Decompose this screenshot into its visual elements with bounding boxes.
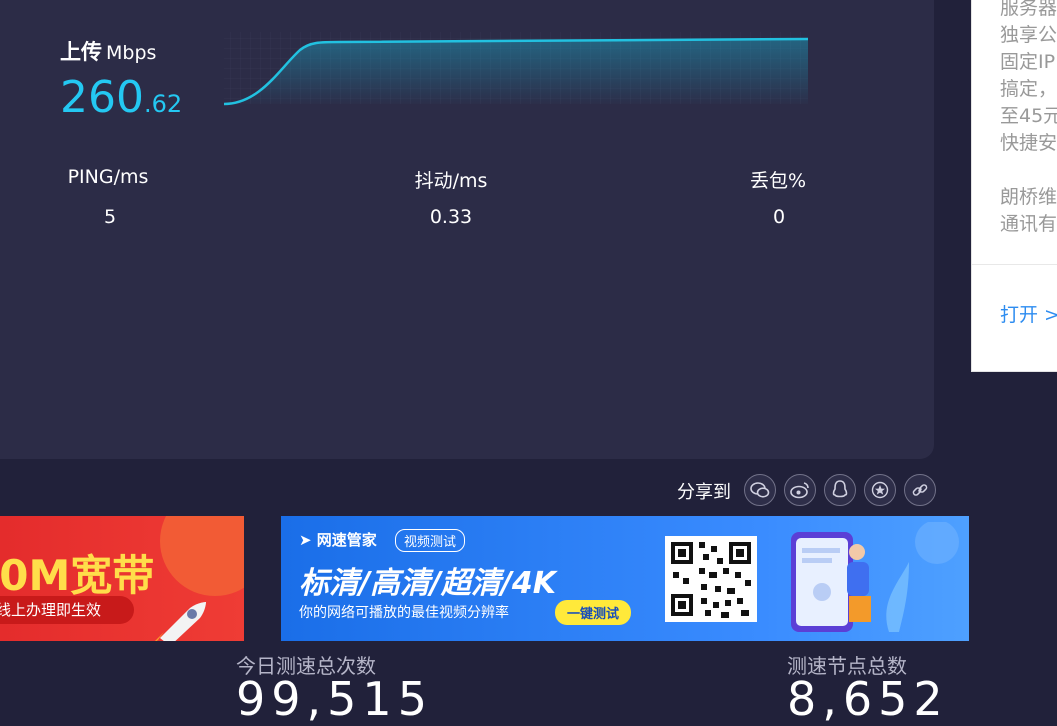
qr-code-icon xyxy=(665,536,757,622)
upload-unit: Mbps xyxy=(106,42,157,64)
brand-logo-icon: ➤ xyxy=(299,531,317,549)
upload-speed-graph xyxy=(223,32,809,106)
ping-label: PING/ms xyxy=(67,166,149,188)
upload-speed-integer: 260 xyxy=(60,72,144,123)
ping-value: 5 xyxy=(103,206,117,228)
rocket-icon xyxy=(155,602,206,641)
popup-line: 固定IP xyxy=(1000,51,1056,73)
ad-subline-pill: 线上办理即生效 xyxy=(0,596,134,624)
share-label: 分享到 xyxy=(677,482,731,503)
one-click-test-button[interactable]: 一键测试 xyxy=(555,600,632,625)
ad-headline: 00M宽带 xyxy=(0,551,155,600)
upload-label: 上传 xyxy=(60,40,102,64)
packet-loss-value: 0 xyxy=(772,206,786,228)
popup-line: 独享公 xyxy=(1000,24,1057,46)
weibo-icon[interactable] xyxy=(784,474,816,506)
ad-brand: ➤ 网速管家 xyxy=(299,529,377,550)
popup-divider xyxy=(972,264,1057,265)
result-panel: 上传 Mbps 260.62 PING/ms 5 抖动/ms 0.33 丢包% 0 xyxy=(0,0,934,459)
ad-headline: 标清/高清/超清/4K xyxy=(299,566,556,601)
ad-brand-name: 网速管家 xyxy=(316,531,377,549)
ad-subline: 线上办理即生效 xyxy=(0,601,102,619)
wechat-icon[interactable] xyxy=(744,474,776,506)
favorite-icon[interactable] xyxy=(864,474,896,506)
popup-line: 朗桥维 xyxy=(1000,186,1057,208)
ad-decoration xyxy=(160,516,244,596)
popup-line: 至45元 xyxy=(1000,105,1057,127)
today-tests-value: 99,515 xyxy=(236,672,433,726)
broadband-ad-banner[interactable]: 00M宽带 线上办理即生效 xyxy=(0,516,244,641)
popup-text: 服务器 独享公 固定IP 搞定， 至45元 快捷安 朗桥维 通讯有 xyxy=(972,0,1057,238)
upload-speed-decimal: .62 xyxy=(143,90,183,118)
video-test-ad-banner[interactable]: ➤ 网速管家 视频测试 标清/高清/超清/4K 你的网络可播放的最佳视频分辨率 … xyxy=(281,516,969,641)
phone-person-illustration xyxy=(791,522,959,632)
qq-icon[interactable] xyxy=(824,474,856,506)
popup-open-link[interactable]: 打开 > xyxy=(1000,302,1057,329)
popup-spacer xyxy=(1000,157,1057,184)
popup-line: 服务器 xyxy=(1000,0,1057,19)
notification-popup: 服务器 独享公 固定IP 搞定， 至45元 快捷安 朗桥维 通讯有 打开 > xyxy=(971,0,1057,372)
jitter-label: 抖动/ms xyxy=(414,170,488,192)
ad-tag: 视频测试 xyxy=(395,529,466,552)
ad-subline: 你的网络可播放的最佳视频分辨率 xyxy=(299,605,509,621)
popup-line: 快捷安 xyxy=(1000,132,1057,154)
popup-line: 搞定， xyxy=(1000,78,1057,100)
link-icon[interactable] xyxy=(904,474,936,506)
popup-line: 通讯有 xyxy=(1000,213,1057,235)
upload-title: 上传 Mbps xyxy=(60,36,156,66)
node-count-value: 8,652 xyxy=(787,672,949,726)
jitter-value: 0.33 xyxy=(429,206,473,228)
packet-loss-label: 丢包% xyxy=(749,170,807,192)
upload-speed-value: 260.62 xyxy=(60,72,182,123)
